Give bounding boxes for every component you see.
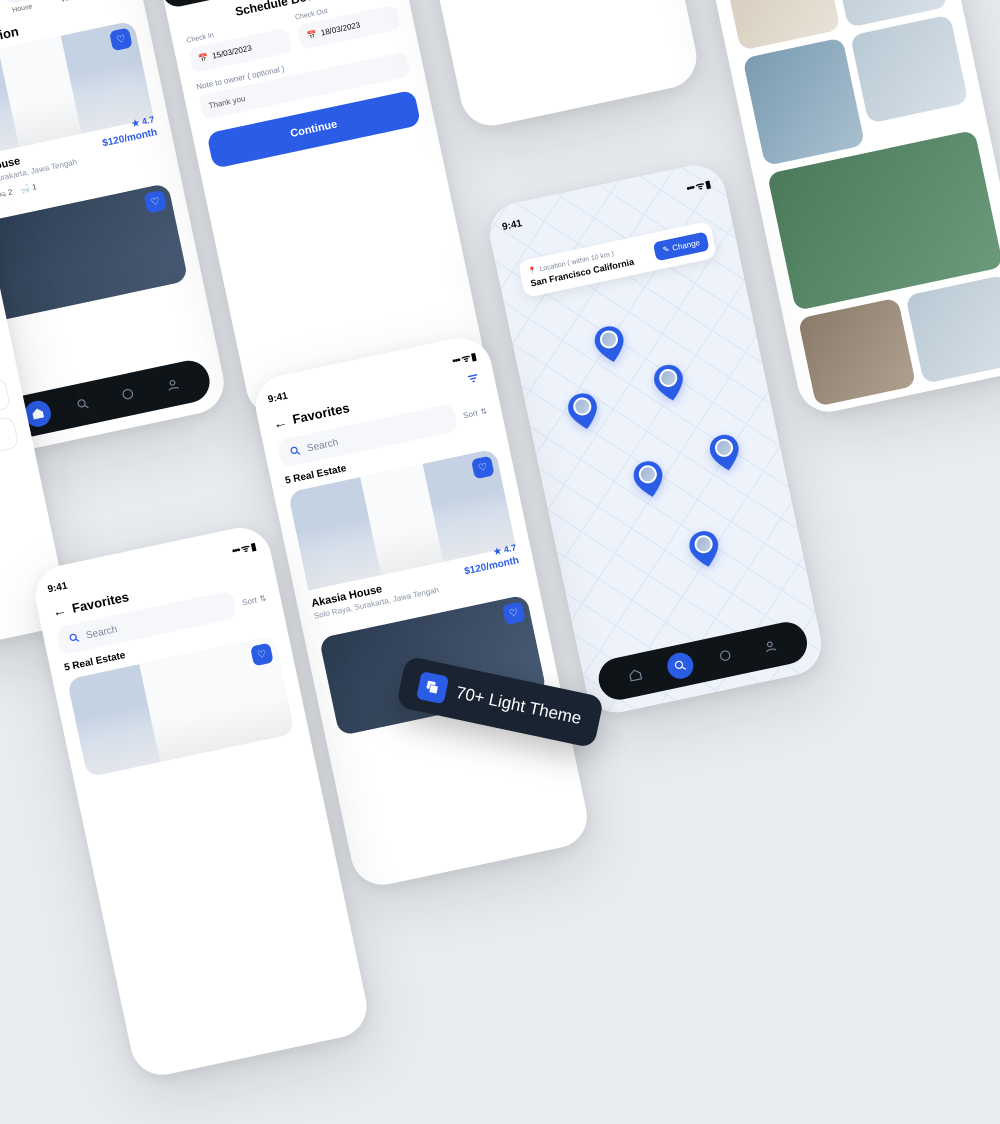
have-account-text: already have an account? Sign In [0,455,23,508]
gallery-image[interactable] [850,14,968,123]
cat-house[interactable]: House [1,0,36,15]
filter-icon[interactable] [465,370,483,391]
apple-signin-button[interactable]: Sign in with Apple [0,416,20,491]
bottom-nav [0,357,213,442]
gallery-image[interactable] [905,275,1000,384]
nav-profile-icon[interactable] [157,370,188,401]
nav-chat-icon[interactable] [113,379,144,410]
heart-icon[interactable]: ♡ [109,28,133,52]
nav-profile-icon[interactable] [755,631,786,662]
nav-search-icon[interactable] [665,650,696,681]
heart-icon[interactable]: ♡ [502,601,526,625]
gallery-image[interactable] [798,298,916,407]
nav-search-icon[interactable] [68,389,99,420]
nav-chat-icon[interactable] [710,641,741,672]
listing-card[interactable]: ♡ [0,183,189,325]
gallery-grid [722,0,1000,407]
heart-icon[interactable]: ♡ [471,456,495,480]
sort-button[interactable]: Sort ⇅ [241,593,267,607]
nav-home-icon[interactable] [620,660,651,691]
gallery-image[interactable] [742,37,865,166]
sort-button[interactable]: Sort ⇅ [462,406,488,420]
heart-icon[interactable]: ♡ [250,643,274,667]
cat-villa[interactable]: Villa [46,0,81,5]
layers-icon [416,671,449,704]
badge-text: 70+ Light Theme [454,683,583,729]
heart-icon[interactable]: ♡ [144,190,168,214]
